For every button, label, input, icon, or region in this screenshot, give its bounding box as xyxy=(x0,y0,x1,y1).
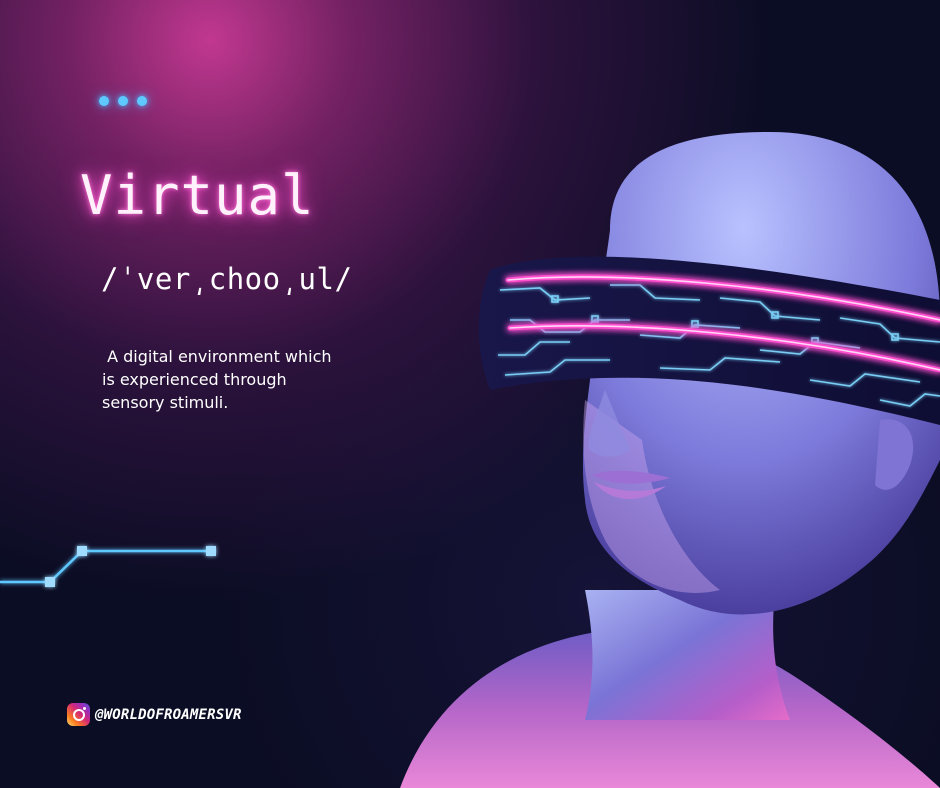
card-title: Virtual xyxy=(80,164,315,227)
vr-definition-card: Virtual /ˈver͵choo͵ul/ A digital environ… xyxy=(0,0,940,788)
circuit-line-icon xyxy=(0,546,216,587)
social-handle[interactable]: @WORLDOFROAMERSVR xyxy=(67,703,242,726)
vr-headset-figure-icon xyxy=(400,132,940,788)
instagram-icon xyxy=(67,703,90,726)
dot-icon xyxy=(137,96,147,106)
phonetic-spelling: /ˈver͵choo͵ul/ xyxy=(101,262,353,296)
social-handle-text: @WORLDOFROAMERSVR xyxy=(95,706,242,723)
decorative-dots xyxy=(99,96,147,106)
definition-text: A digital environment which is experienc… xyxy=(102,347,337,412)
dot-icon xyxy=(99,96,109,106)
dot-icon xyxy=(118,96,128,106)
